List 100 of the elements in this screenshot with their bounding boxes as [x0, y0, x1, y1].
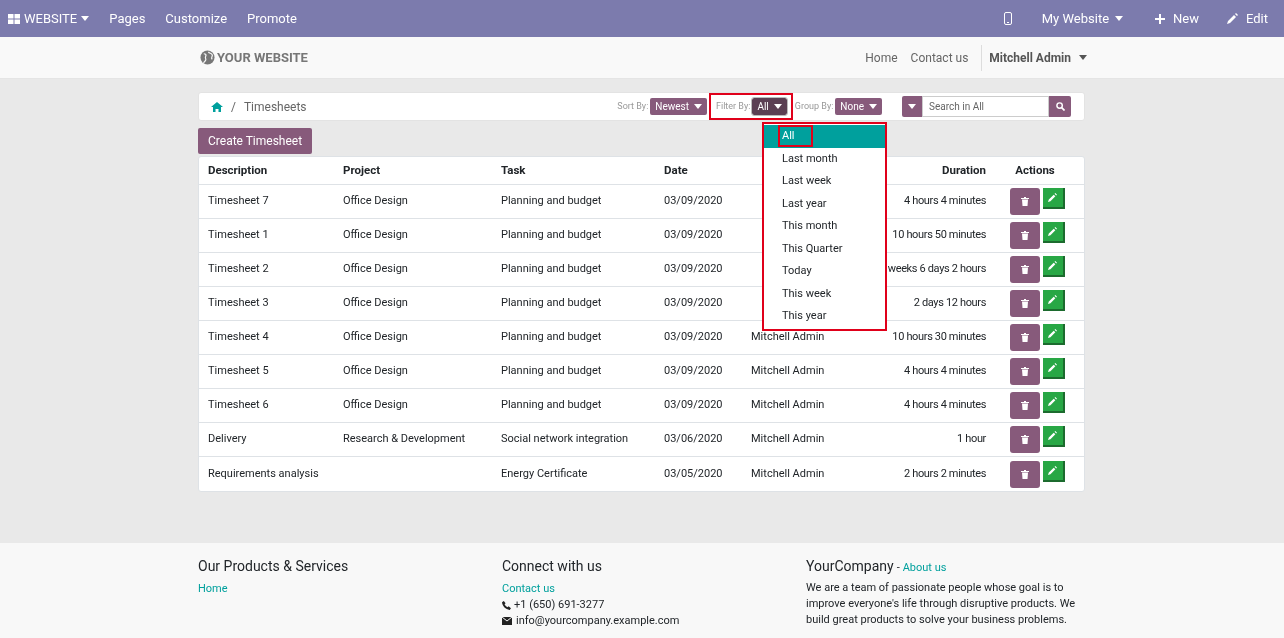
nav-link[interactable]: Home: [865, 48, 898, 67]
search-field[interactable]: Search in All: [922, 96, 1049, 117]
pencil-icon: [1048, 295, 1057, 304]
table-cell: Social network integration: [501, 432, 629, 446]
edit-row-button[interactable]: [1042, 222, 1065, 243]
control-label: Filter By:: [716, 99, 751, 113]
table-cell: Planning and budget: [501, 330, 602, 344]
table-cell: Office Design: [343, 364, 408, 378]
edit-row-button[interactable]: [1042, 426, 1065, 447]
table-cell: Planning and budget: [501, 364, 602, 378]
delete-button[interactable]: [1009, 188, 1040, 215]
filter-option[interactable]: Last week: [764, 170, 885, 193]
delete-button[interactable]: [1009, 426, 1040, 453]
table-cell: Timesheet 7: [208, 194, 269, 208]
phone-number: +1 (650) 691-3277: [514, 597, 605, 613]
app-menu[interactable]: WEBSITE: [0, 0, 98, 37]
filter-dropdown[interactable]: All: [752, 98, 787, 115]
table-cell: Mitchell Admin: [751, 330, 825, 344]
footer-heading: Connect with us: [502, 557, 603, 576]
edit-row-button[interactable]: [1042, 188, 1065, 209]
table-cell: Office Design: [343, 194, 408, 208]
delete-button[interactable]: [1009, 324, 1040, 351]
filter-option[interactable]: Last month: [764, 147, 885, 170]
filter-option[interactable]: This month: [764, 215, 885, 238]
footer-heading: Our Products & Services: [198, 557, 350, 576]
delete-button[interactable]: [1009, 290, 1040, 317]
trash-icon: [1020, 435, 1029, 444]
phone-icon: [1003, 12, 1012, 25]
edit-row-button[interactable]: [1042, 256, 1065, 277]
edit-row-button[interactable]: [1042, 290, 1065, 311]
trash-icon: [1020, 299, 1029, 308]
delete-button[interactable]: [1009, 460, 1040, 488]
table-cell: 03/09/2020: [664, 262, 723, 276]
edit-row-button[interactable]: [1042, 358, 1065, 379]
menu-link[interactable]: Customize: [157, 8, 236, 29]
table-cell: 1 hour: [957, 432, 986, 446]
envelope-icon: [502, 617, 512, 625]
search-button[interactable]: [1049, 96, 1071, 117]
new-button[interactable]: New: [1147, 8, 1207, 29]
edit-button[interactable]: Edit: [1219, 0, 1276, 37]
menu-link[interactable]: Promote: [239, 8, 305, 29]
pencil-icon: [1227, 13, 1238, 24]
table-cell: 4 hours 4 minutes: [904, 398, 986, 412]
filter-option[interactable]: This year: [764, 305, 885, 328]
pencil-icon: [1048, 465, 1057, 475]
globe-icon: [200, 50, 215, 65]
trash-icon: [1020, 265, 1029, 274]
menu-link[interactable]: Pages: [101, 8, 154, 29]
table-cell: Planning and budget: [501, 194, 602, 208]
create-timesheet-button[interactable]: Create Timesheet: [198, 128, 313, 154]
pencil-icon: [1048, 329, 1057, 338]
column-header: Date: [664, 161, 689, 179]
user-menu[interactable]: Mitchell Admin: [981, 44, 1087, 71]
table-cell: Office Design: [343, 398, 408, 412]
table-cell: Timesheet 3: [208, 296, 269, 310]
column-header: Actions: [1014, 161, 1056, 179]
edit-row-button[interactable]: [1042, 392, 1065, 413]
sort-dropdown[interactable]: Newest: [650, 98, 707, 115]
edit-row-button[interactable]: [1042, 460, 1065, 482]
nav-link[interactable]: Contact us: [910, 48, 969, 67]
filter-option[interactable]: This Quarter: [764, 237, 885, 260]
delete-button[interactable]: [1009, 358, 1040, 385]
pencil-icon: [1048, 227, 1057, 236]
table-cell: 03/09/2020: [664, 194, 723, 208]
control-label: Sort By:: [617, 99, 649, 113]
filter-option[interactable]: All: [764, 125, 885, 148]
search-options-button[interactable]: [902, 96, 922, 117]
trash-icon: [1020, 367, 1029, 376]
site-menu[interactable]: My Website: [1033, 8, 1132, 29]
filter-option[interactable]: Today: [764, 260, 885, 283]
table-cell: 10 hours 50 minutes: [892, 228, 986, 242]
table-cell: Timesheet 6: [208, 398, 269, 412]
group-dropdown[interactable]: None: [835, 98, 882, 115]
edit-row-button[interactable]: [1042, 324, 1065, 345]
footer-link[interactable]: Contact us: [502, 581, 806, 597]
table-cell: 4 hours 4 minutes: [904, 194, 986, 208]
table-cell: Planning and budget: [501, 228, 602, 242]
table-cell: Requirements analysis: [208, 466, 319, 480]
column-header: Task: [501, 161, 527, 179]
trash-icon: [1020, 401, 1029, 410]
table-cell: Delivery: [208, 432, 247, 446]
filter-option[interactable]: This week: [764, 282, 885, 305]
table-cell: Office Design: [343, 262, 408, 276]
table-cell: 03/09/2020: [664, 398, 723, 412]
trash-icon: [1020, 333, 1029, 342]
caret-icon: [908, 104, 916, 109]
grid-icon: [8, 13, 20, 24]
table-cell: Mitchell Admin: [751, 432, 825, 446]
footer-link[interactable]: About us: [902, 560, 947, 577]
table-cell: 2 days 12 hours: [913, 296, 986, 310]
filter-option[interactable]: Last year: [764, 192, 885, 215]
table-cell: 03/09/2020: [664, 296, 723, 310]
delete-button[interactable]: [1009, 222, 1040, 249]
delete-button[interactable]: [1009, 392, 1040, 419]
footer-link[interactable]: Home: [198, 581, 502, 598]
plus-icon: [1155, 13, 1166, 24]
delete-button[interactable]: [1009, 256, 1040, 283]
table-cell: Planning and budget: [501, 262, 602, 276]
pencil-icon: [1048, 193, 1057, 202]
table-cell: Timesheet 1: [208, 228, 269, 242]
